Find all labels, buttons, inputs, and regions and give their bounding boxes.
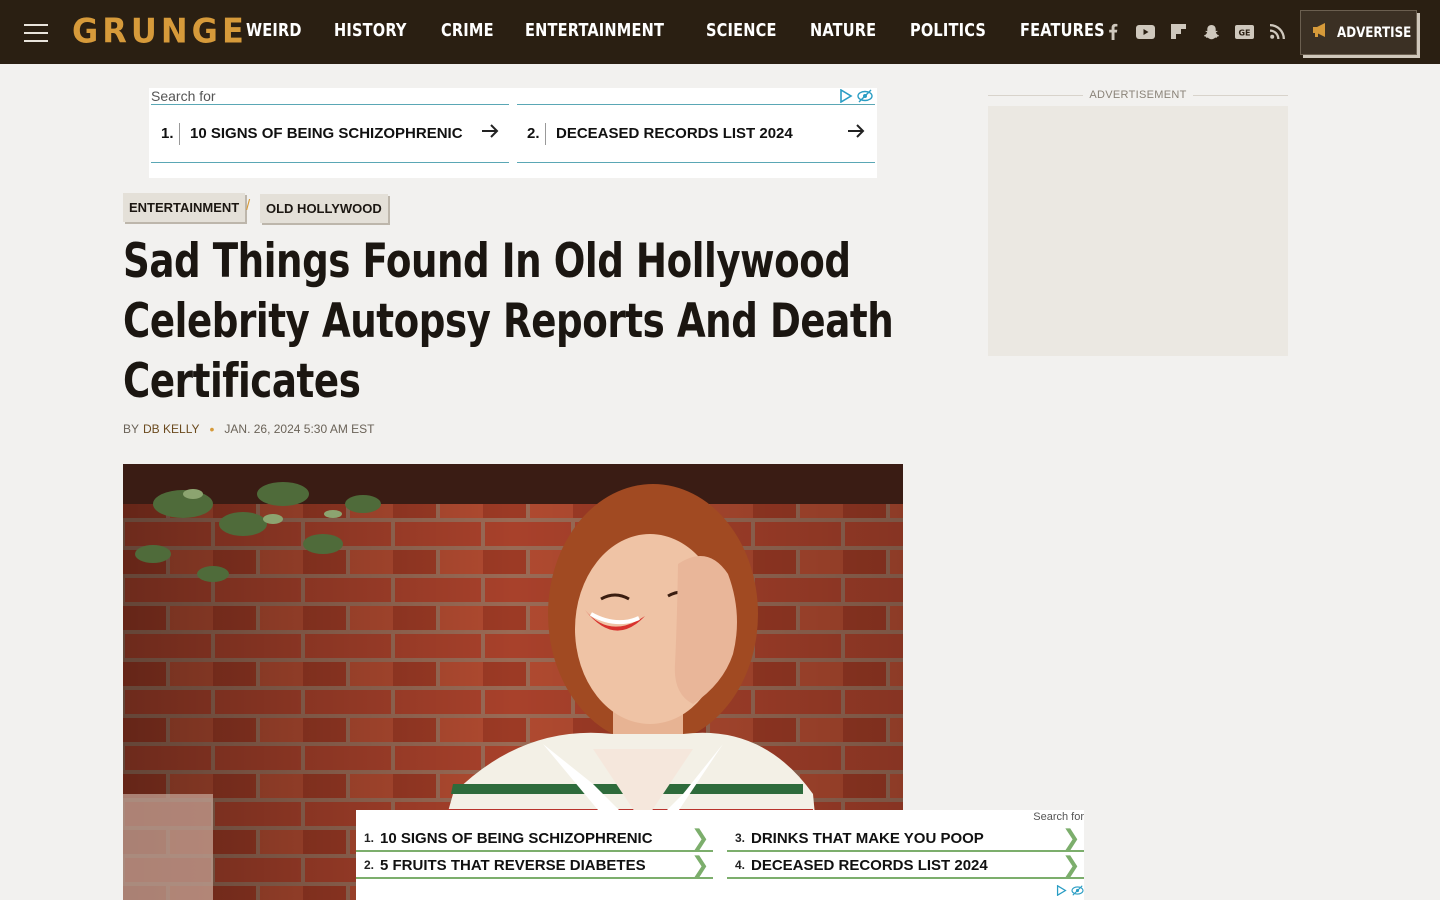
social-links: GE: [1103, 22, 1287, 41]
ad-choices-icon[interactable]: [1056, 885, 1084, 896]
sidebar-ad-label: ADVERTISEMENT: [988, 88, 1288, 102]
category-tag-entertainment[interactable]: ENTERTAINMENT: [123, 193, 246, 222]
nav-item-science[interactable]: SCIENCE: [706, 20, 777, 41]
ad-link-text: 5 FRUITS THAT REVERSE DIABETES: [380, 856, 646, 874]
article-title: Sad Things Found In Old Hollywood Celebr…: [123, 234, 894, 409]
rss-icon[interactable]: [1268, 22, 1287, 41]
chevron-right-icon: ❯: [691, 852, 710, 877]
chevron-right-icon: ❯: [1062, 852, 1081, 877]
nav-item-crime[interactable]: CRIME: [441, 20, 494, 41]
main-nav: WEIRD HISTORY CRIME ENTERTAINMENT SCIENC…: [246, 20, 1141, 41]
ad-search-label: Search for: [151, 88, 216, 104]
ad-link-text: 10 SIGNS OF BEING SCHIZOPHRENIC: [380, 829, 653, 847]
top-ad-unit: Search for 1. 10 SIGNS OF BEING SCHIZOPH…: [149, 88, 877, 178]
menu-icon[interactable]: [24, 24, 48, 42]
ad-link-text: DECEASED RECORDS LIST 2024: [751, 856, 988, 874]
by-label: BY: [123, 422, 140, 436]
ad-choices-icon[interactable]: [839, 89, 873, 103]
category-tag-old-hollywood[interactable]: OLD HOLLYWOOD: [260, 194, 388, 223]
flipboard-icon[interactable]: [1169, 22, 1188, 41]
nav-item-entertainment[interactable]: ENTERTAINMENT: [525, 20, 664, 41]
category-separator: /: [246, 197, 251, 214]
nav-item-weird[interactable]: WEIRD: [246, 20, 302, 41]
snapchat-icon[interactable]: [1202, 22, 1221, 41]
facebook-icon[interactable]: [1103, 22, 1122, 41]
youtube-icon[interactable]: [1136, 22, 1155, 41]
bottom-ad-link-2[interactable]: 2. 5 FRUITS THAT REVERSE DIABETES ❯: [356, 853, 713, 879]
ad-link-2[interactable]: 2. DECEASED RECORDS LIST 2024: [517, 105, 875, 163]
publish-date: JAN. 26, 2024 5:30 AM EST: [224, 422, 375, 436]
ad-link-num: 2.: [364, 858, 375, 872]
chevron-right-icon: ❯: [1062, 825, 1081, 850]
ad-link-num: 1.: [364, 831, 375, 845]
nav-item-politics[interactable]: POLITICS: [910, 20, 986, 41]
bottom-ad-link-3[interactable]: 3. DRINKS THAT MAKE YOU POOP ❯: [727, 826, 1084, 852]
chevron-right-icon: ❯: [691, 825, 710, 850]
ad-link-num: 2.: [527, 125, 540, 142]
ad-search-label: Search for: [1033, 811, 1084, 823]
sidebar-ad-slot[interactable]: [988, 106, 1288, 356]
ad-link-text: DRINKS THAT MAKE YOU POOP: [751, 829, 984, 847]
bottom-ad-unit: Search for 1. 10 SIGNS OF BEING SCHIZOPH…: [356, 810, 1084, 900]
nav-item-history[interactable]: HISTORY: [334, 20, 407, 41]
bottom-ad-link-1[interactable]: 1. 10 SIGNS OF BEING SCHIZOPHRENIC ❯: [356, 826, 713, 852]
byline-dot: •: [209, 421, 215, 437]
advertisement-label: ADVERTISEMENT: [1089, 89, 1187, 101]
svg-text:GE: GE: [1238, 28, 1250, 37]
site-logo[interactable]: GRUNGE: [72, 11, 248, 51]
nav-item-nature[interactable]: NATURE: [810, 20, 876, 41]
author-link[interactable]: DB KELLY: [143, 422, 199, 436]
ad-link-text: 10 SIGNS OF BEING SCHIZOPHRENIC: [190, 125, 463, 142]
bottom-ad-link-4[interactable]: 4. DECEASED RECORDS LIST 2024 ❯: [727, 853, 1084, 879]
ad-link-text: DECEASED RECORDS LIST 2024: [556, 125, 793, 142]
arrow-right-icon: [481, 122, 509, 145]
byline: BY DB KELLY • JAN. 26, 2024 5:30 AM EST: [123, 421, 375, 437]
advertise-button[interactable]: ADVERTISE: [1300, 10, 1417, 55]
google-news-icon[interactable]: GE: [1235, 22, 1254, 41]
ad-link-num: 1.: [161, 125, 174, 142]
ad-link-num: 4.: [735, 858, 746, 872]
ad-link-num: 3.: [735, 831, 746, 845]
site-header: GRUNGE WEIRD HISTORY CRIME ENTERTAINMENT…: [0, 0, 1440, 64]
arrow-right-icon: [847, 122, 875, 145]
ad-link-1[interactable]: 1. 10 SIGNS OF BEING SCHIZOPHRENIC: [151, 105, 509, 163]
megaphone-icon: [1311, 22, 1329, 43]
advertise-label: ADVERTISE: [1337, 24, 1412, 41]
nav-item-features[interactable]: FEATURES: [1020, 20, 1105, 41]
